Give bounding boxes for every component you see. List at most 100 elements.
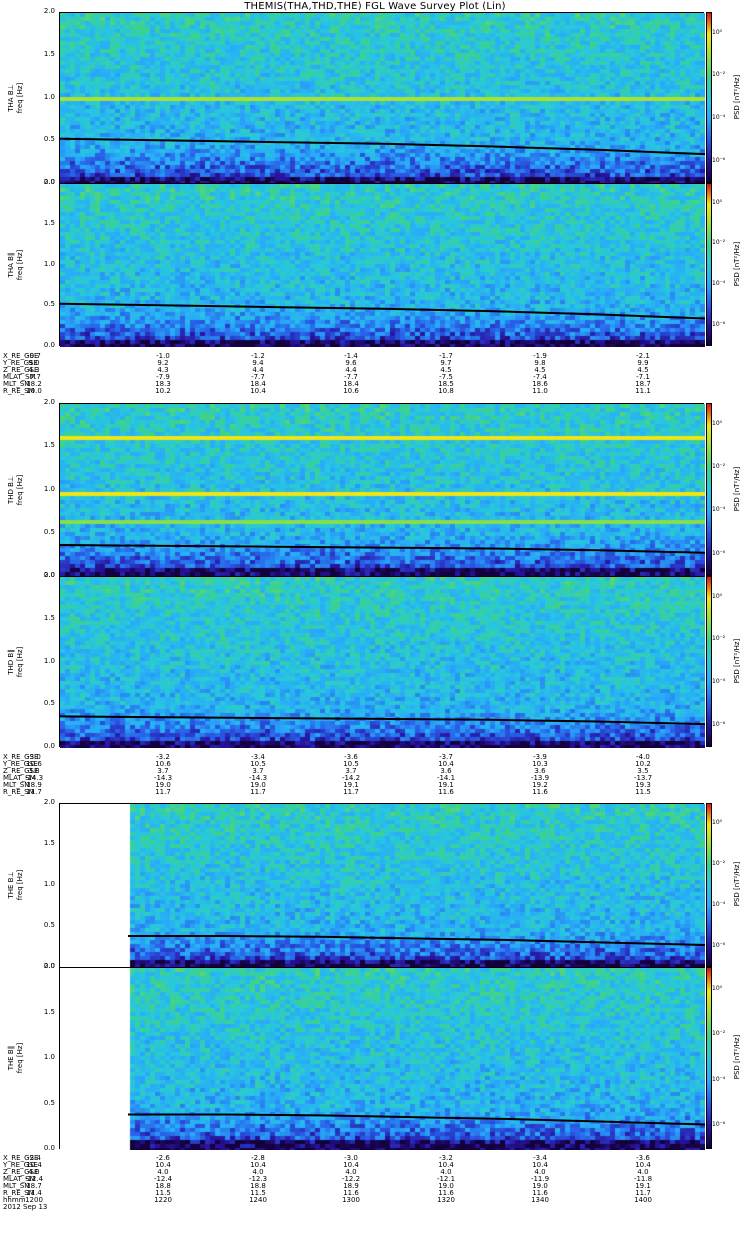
y-axis-label: THA B∥ freq [Hz] <box>7 205 25 325</box>
colorbar-tick: 10⁻⁴ <box>712 280 726 288</box>
y-tick-label: 0.5 <box>43 300 55 309</box>
colorbar-tick: 10⁻² <box>712 71 726 79</box>
overlay-svg <box>60 715 705 726</box>
colorbar-label: PSD [nT²/Hz] <box>733 466 741 511</box>
overlay-svg <box>60 137 705 156</box>
freq-label: freq [Hz] <box>16 869 24 901</box>
ephemeris-block-1: X_RE_GSE Y_RE_GSE Z_RE_GSE MLAT_SM MLT_SM R_R… <box>0 353 750 433</box>
freq-label: freq [Hz] <box>16 82 24 113</box>
colorbar-tick: 10⁻⁴ <box>712 114 726 122</box>
colorbar-tick: 10⁻² <box>712 1030 726 1038</box>
overlay-svg <box>128 1113 705 1126</box>
spectrogram-panel-2 <box>59 183 705 347</box>
ephemeris-value: 1220 <box>154 1196 172 1204</box>
ephemeris-value: 10.2 <box>155 387 171 395</box>
colorbar-tick: 10⁻⁴ <box>712 506 726 514</box>
y-axis-label: THD B∥ freq [Hz] <box>7 602 25 722</box>
ephemeris-value: 1320 <box>437 1196 455 1204</box>
ephemeris-value: 11.1 <box>635 387 651 395</box>
ephemeris-value: 11.7 <box>343 788 359 796</box>
colorbar-label: PSD [nT²/Hz] <box>733 638 741 683</box>
colorbar-tick: 10⁰ <box>712 984 723 992</box>
colorbar-tick: 10⁻⁴ <box>712 1075 726 1083</box>
panel-name: THD B∥ <box>7 648 15 675</box>
overlay-line <box>60 137 705 156</box>
panel-name: THE B⊥ <box>7 871 15 899</box>
colorbar-label: PSD [nT²/Hz] <box>733 241 741 286</box>
colorbar-tick: 10⁻⁶ <box>712 1121 726 1129</box>
y-tick-label: 1.5 <box>43 613 55 622</box>
y-tick-label: 0.0 <box>43 341 55 349</box>
y-tick-label: 0.5 <box>43 921 55 929</box>
y-tick-label: 0.0 <box>43 1144 55 1152</box>
y-tick-label: 1.0 <box>43 259 55 268</box>
y-tick-label: 1.5 <box>43 839 55 847</box>
colorbar-tick: 10⁻⁴ <box>712 678 726 686</box>
panel-name: THE B∥ <box>7 1045 15 1071</box>
spectrogram-panel-6 <box>59 967 705 1150</box>
overlay-line <box>128 935 705 946</box>
spectrogram-panel-1 <box>59 12 705 184</box>
colorbar-label: PSD [nT²/Hz] <box>733 1034 741 1080</box>
panel-name: THD B⊥ <box>7 475 15 504</box>
ephemeris-value: 11.7 <box>250 788 266 796</box>
ephemeris-value: 11.6 <box>438 788 454 796</box>
ephemeris-block-2: X_RE_GSE Y_RE_GSE Z_RE_GSE MLAT_SM MLT_SM R_R… <box>0 754 750 834</box>
y-tick-label: 1.0 <box>43 880 55 888</box>
colorbar-tick: 10⁻⁶ <box>712 320 726 328</box>
colorbar-label: PSD [nT²/Hz] <box>733 74 741 119</box>
y-axis-label: THD B⊥ freq [Hz] <box>7 430 25 550</box>
ephemeris-block-3: X_RE_GSE Y_RE_GSE Z_RE_GSE MLAT_SM MLT_SM R_R… <box>0 1155 750 1235</box>
ephemeris-value: 10.0 <box>26 387 42 395</box>
y-tick-label: 0.5 <box>43 699 55 708</box>
y-axis-label: THE B⊥ freq [Hz] <box>7 825 25 945</box>
overlay-line <box>128 1113 705 1126</box>
ephemeris-value: 1240 <box>249 1196 267 1204</box>
plot-title: THEMIS(THA,THD,THE) FGL Wave Survey Plot… <box>244 1 506 12</box>
colorbar-label: PSD [nT²/Hz] <box>733 861 741 907</box>
ephemeris-value: 10.6 <box>343 387 359 395</box>
y-tick-label: 2.0 <box>43 962 55 970</box>
freq-label: freq [Hz] <box>16 249 24 280</box>
y-tick-label: 1.5 <box>43 1007 55 1016</box>
y-tick-label: 0.5 <box>43 1098 55 1107</box>
colorbar-tick: 10⁻² <box>712 635 726 643</box>
freq-label: freq [Hz] <box>16 474 24 505</box>
y-axis-label: THA B⊥ freq [Hz] <box>7 38 25 158</box>
ephemeris-value: 1200 <box>25 1196 43 1204</box>
ephemeris-value: 10.8 <box>438 387 454 395</box>
spectrogram-panel-4 <box>59 576 705 748</box>
ephemeris-value: 11.6 <box>532 788 548 796</box>
ephemeris-value: 11.5 <box>635 788 651 796</box>
y-tick-label: 2.0 <box>43 178 55 186</box>
y-tick-label: 2.0 <box>43 7 55 15</box>
overlay-line <box>60 715 705 726</box>
overlay-svg <box>60 302 705 320</box>
y-tick-label: 0.5 <box>43 527 55 536</box>
colorbar-tick: 10⁻⁴ <box>712 900 726 908</box>
ephemeris-label: 2012 Sep 13 <box>3 1203 48 1211</box>
colorbar-tick: 10⁻⁶ <box>712 549 726 557</box>
colorbar-tick: 10⁻⁶ <box>712 720 726 728</box>
colorbar-tick: 10⁰ <box>712 592 723 600</box>
freq-label: freq [Hz] <box>16 1042 24 1074</box>
y-tick-label: 1.0 <box>43 484 55 493</box>
colorbar-tick: 10⁻² <box>712 239 726 247</box>
colorbar-tick: 10⁻⁶ <box>712 156 726 164</box>
ephemeris-value: 1300 <box>342 1196 360 1204</box>
y-tick-label: 0.0 <box>43 742 55 750</box>
panel-name: THA B∥ <box>7 252 15 277</box>
ephemeris-value: 1400 <box>634 1196 652 1204</box>
ephemeris-value: 11.7 <box>26 788 42 796</box>
colorbar-tick: 10⁻⁶ <box>712 941 726 949</box>
ephemeris-value: 11.7 <box>155 788 171 796</box>
y-axis-label: THE B∥ freq [Hz] <box>7 998 25 1118</box>
y-tick-label: 1.5 <box>43 49 55 58</box>
y-tick-label: 2.0 <box>43 571 55 579</box>
overlay-line <box>60 544 705 554</box>
colorbar-tick: 10⁰ <box>712 198 723 206</box>
y-tick-label: 1.5 <box>43 218 55 227</box>
overlay-line <box>60 302 705 320</box>
colorbar-tick: 10⁻² <box>712 463 726 470</box>
colorbar-tick: 10⁻² <box>712 859 726 867</box>
